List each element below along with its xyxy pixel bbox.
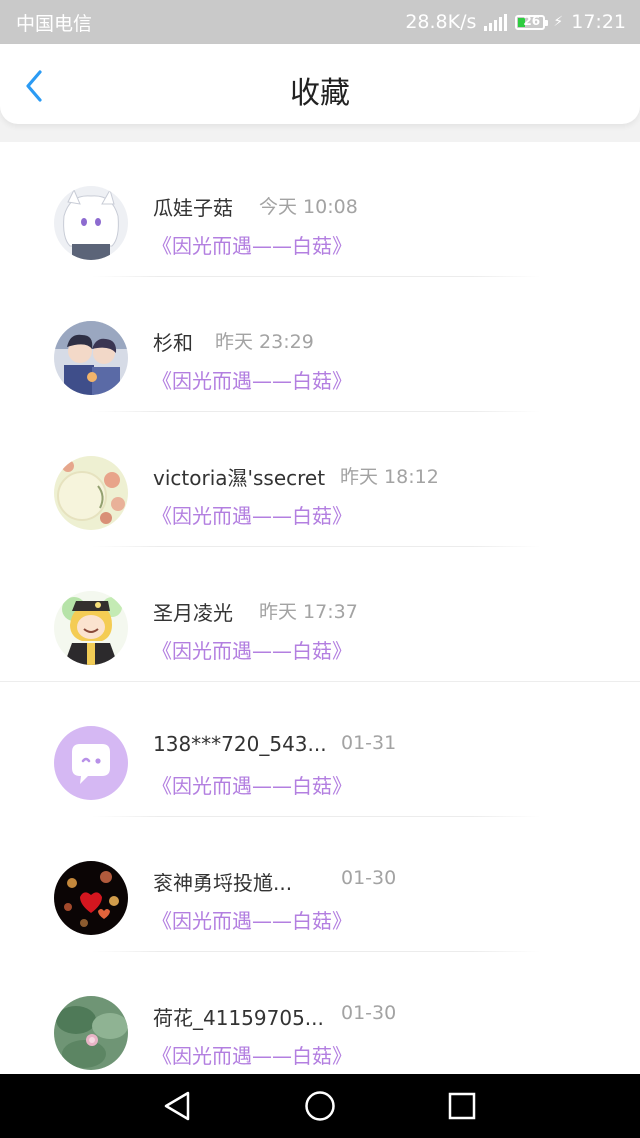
timestamp: 昨天 23:29 — [215, 331, 314, 353]
work-title-link[interactable]: 《因光而遇——白菇》 — [152, 365, 352, 394]
avatar[interactable] — [54, 456, 128, 530]
list-item[interactable]: 衮神勇埒投馗... 01-30 《因光而遇——白菇》 — [0, 817, 640, 952]
timestamp: 01-30 — [341, 1002, 397, 1024]
user-name: 杉和 — [153, 331, 193, 355]
nav-recents-button[interactable] — [444, 1088, 480, 1124]
list-item[interactable]: 圣月凌光 昨天 17:37 《因光而遇——白菇》 — [0, 547, 640, 682]
user-name: 衮神勇埒投馗... — [153, 871, 293, 895]
list-item[interactable]: 荷花_41159705... 01-30 《因光而遇——白菇》 — [0, 952, 640, 1074]
timestamp: 今天 10:08 — [259, 196, 358, 218]
header: 收藏 — [0, 44, 640, 124]
timestamp: 昨天 18:12 — [340, 466, 439, 488]
user-name: 138***720_543... — [153, 732, 327, 756]
battery-level: 26 — [523, 13, 541, 28]
list-item[interactable]: victoria濕'ssecret 昨天 18:12 《因光而遇——白菇》 — [0, 412, 640, 547]
avatar[interactable] — [54, 591, 128, 665]
avatar[interactable] — [54, 726, 128, 800]
signal-icon — [484, 13, 508, 31]
work-title-link[interactable]: 《因光而遇——白菇》 — [152, 1040, 352, 1069]
work-title-link[interactable]: 《因光而遇——白菇》 — [152, 500, 352, 529]
carrier-label: 中国电信 — [16, 12, 93, 35]
clock: 17:21 — [571, 11, 626, 33]
work-title-link[interactable]: 《因光而遇——白菇》 — [152, 635, 352, 664]
avatar[interactable] — [54, 996, 128, 1070]
user-name: victoria濕'ssecret — [153, 466, 326, 490]
nav-back-button[interactable] — [160, 1088, 196, 1124]
favorites-screen: 中国电信 28.8K/s 26 ⚡ 17:21 收藏 瓜娃子菇 今天 10:08… — [0, 0, 640, 1138]
battery-icon: 26 — [515, 13, 549, 30]
status-indicators: 28.8K/s 26 ⚡ 17:21 — [405, 11, 626, 33]
work-title-link[interactable]: 《因光而遇——白菇》 — [152, 230, 352, 259]
navigation-bar — [0, 1074, 640, 1138]
list-item[interactable]: 138***720_543... 01-31 《因光而遇——白菇》 — [0, 682, 640, 817]
work-title-link[interactable]: 《因光而遇——白菇》 — [152, 770, 352, 799]
network-speed: 28.8K/s — [405, 11, 477, 33]
work-title-link[interactable]: 《因光而遇——白菇》 — [152, 905, 352, 934]
user-name: 圣月凌光 — [153, 601, 233, 625]
header-area: 收藏 — [0, 44, 640, 142]
triangle-back-icon — [164, 1091, 190, 1121]
avatar[interactable] — [54, 186, 128, 260]
timestamp: 01-30 — [341, 867, 397, 889]
avatar[interactable] — [54, 321, 128, 395]
list-item[interactable]: 瓜娃子菇 今天 10:08 《因光而遇——白菇》 — [0, 142, 640, 277]
timestamp: 01-31 — [341, 732, 397, 754]
timestamp: 昨天 17:37 — [259, 601, 358, 623]
list-item[interactable]: 杉和 昨天 23:29 《因光而遇——白菇》 — [0, 277, 640, 412]
square-recents-icon — [448, 1092, 476, 1120]
page-title: 收藏 — [290, 76, 350, 111]
status-bar: 中国电信 28.8K/s 26 ⚡ 17:21 — [0, 0, 640, 44]
charging-icon: ⚡ — [553, 14, 564, 30]
circle-home-icon — [305, 1091, 335, 1121]
user-name: 瓜娃子菇 — [153, 196, 233, 220]
user-name: 荷花_41159705... — [153, 1006, 324, 1030]
nav-home-button[interactable] — [302, 1088, 338, 1124]
avatar[interactable] — [54, 861, 128, 935]
favorites-list: 瓜娃子菇 今天 10:08 《因光而遇——白菇》 杉和 昨天 23:29 《因光… — [0, 142, 640, 1074]
